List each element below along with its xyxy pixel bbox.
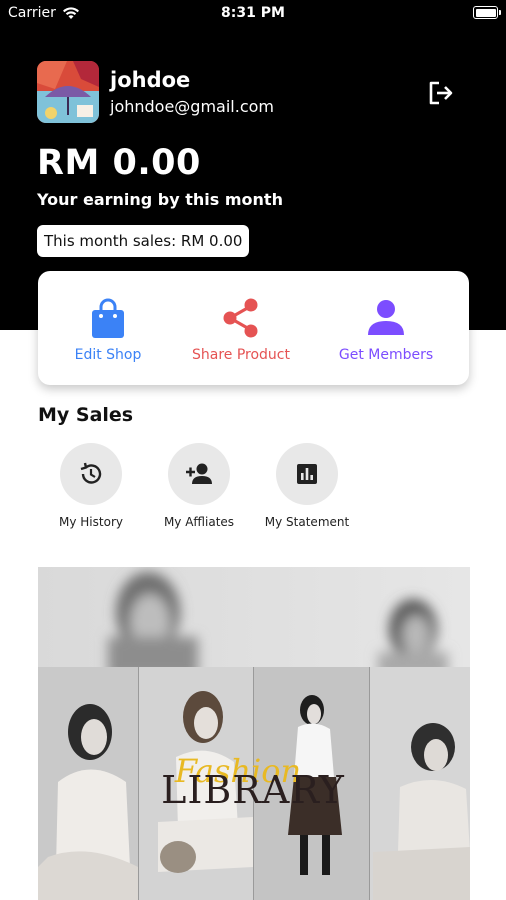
earnings-amount: RM 0.00 <box>37 143 201 183</box>
battery-icon <box>473 6 501 19</box>
earnings-caption: Your earning by this month <box>37 190 283 209</box>
my-statement-circle <box>276 443 338 505</box>
get-members-label: Get Members <box>338 347 434 363</box>
my-statement-label: My Statement <box>264 515 350 529</box>
banner-title: LIBRARY <box>161 768 345 812</box>
share-product-button[interactable]: Share Product <box>186 271 296 385</box>
my-history-circle <box>60 443 122 505</box>
edit-shop-button[interactable]: Edit Shop <box>72 271 144 385</box>
my-affliates-circle <box>168 443 230 505</box>
user-name: johdoe <box>110 68 191 92</box>
banner-image: Fashion LIBRARY <box>38 567 470 900</box>
person-icon <box>368 300 404 335</box>
my-statement-button[interactable]: My Statement <box>252 443 362 529</box>
share-icon <box>223 298 258 338</box>
avatar[interactable] <box>37 61 99 123</box>
avatar-image <box>37 61 99 123</box>
my-affliates-label: My Affliates <box>163 515 235 529</box>
logout-icon[interactable] <box>426 79 454 107</box>
history-icon <box>80 462 102 484</box>
share-product-label: Share Product <box>191 347 290 363</box>
status-bar: Carrier 8:31 PM <box>0 0 506 28</box>
shopping-bag-icon <box>92 298 124 338</box>
fashion-library-banner[interactable]: Fashion LIBRARY <box>38 567 470 900</box>
month-sales-badge: This month sales: RM 0.00 <box>37 225 250 257</box>
my-history-button[interactable]: My History <box>36 443 146 529</box>
my-history-label: My History <box>59 515 123 529</box>
status-time: 8:31 PM <box>221 5 285 21</box>
user-email: johndoe@gmail.com <box>110 97 274 116</box>
person-add-icon <box>186 463 212 484</box>
action-card: Edit Shop Share Product Get Members <box>38 271 469 385</box>
my-sales-title: My Sales <box>38 404 134 426</box>
my-affliates-button[interactable]: My Affliates <box>144 443 254 529</box>
edit-shop-label: Edit Shop <box>74 347 142 363</box>
get-members-button[interactable]: Get Members <box>334 271 438 385</box>
bar-chart-icon <box>297 464 317 484</box>
